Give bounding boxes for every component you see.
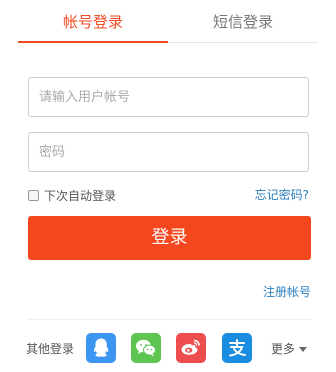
qq-login-button[interactable] xyxy=(86,333,116,363)
remember-me[interactable]: 下次自动登录 xyxy=(28,186,116,204)
weibo-icon xyxy=(181,339,200,355)
alipay-login-button[interactable] xyxy=(222,333,252,363)
active-tab-indicator xyxy=(18,41,168,43)
other-login-label: 其他登录 xyxy=(26,342,75,356)
more-login-options[interactable]: 更多 xyxy=(271,340,308,358)
more-label: 更多 xyxy=(271,342,296,356)
remember-label: 下次自动登录 xyxy=(44,188,117,203)
tab-sms-login[interactable]: 短信登录 xyxy=(168,10,318,34)
tab-account-login[interactable]: 帐号登录 xyxy=(18,10,168,34)
password-input[interactable] xyxy=(28,132,309,172)
alipay-icon xyxy=(229,339,246,357)
username-input[interactable] xyxy=(28,77,309,117)
login-button[interactable]: 登录 xyxy=(28,216,311,260)
qq-icon xyxy=(93,338,109,357)
caret-down-icon xyxy=(299,346,308,352)
wechat-icon xyxy=(136,339,156,357)
weibo-login-button[interactable] xyxy=(176,333,206,363)
login-tabs: 帐号登录 短信登录 xyxy=(18,0,318,44)
register-link[interactable]: 注册帐号 xyxy=(263,283,311,301)
divider xyxy=(28,319,311,320)
forgot-password-link[interactable]: 忘记密码? xyxy=(255,186,309,204)
remember-checkbox[interactable] xyxy=(28,189,39,201)
tab-divider xyxy=(168,42,318,43)
wechat-login-button[interactable] xyxy=(131,333,161,363)
